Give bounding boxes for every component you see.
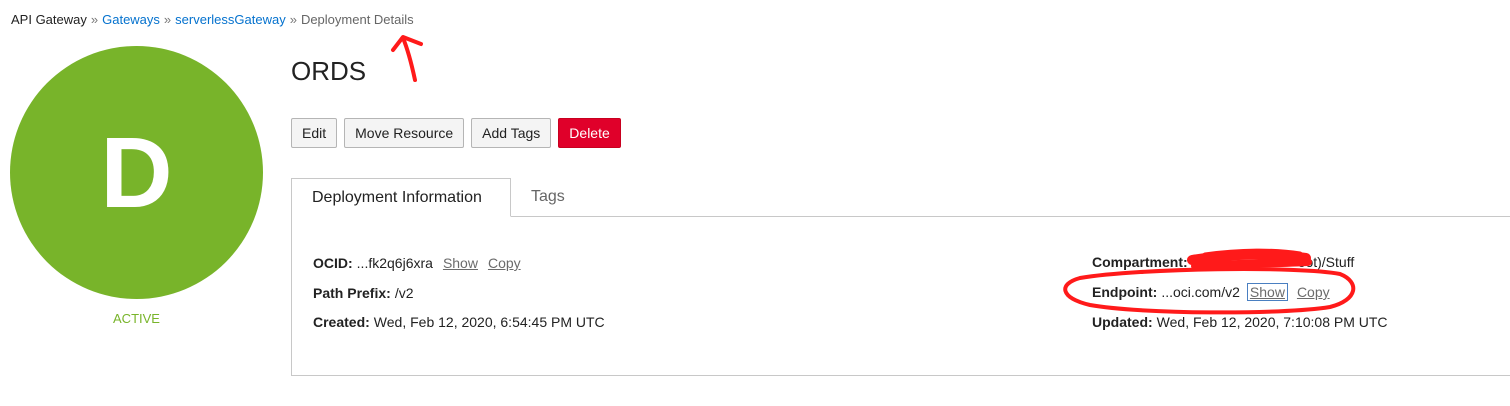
move-resource-button[interactable]: Move Resource	[344, 118, 465, 148]
endpoint-show-link[interactable]: Show	[1246, 283, 1288, 301]
path-prefix-row: Path Prefix:/v2	[313, 285, 414, 301]
updated-value: Wed, Feb 12, 2020, 7:10:08 PM UTC	[1156, 314, 1388, 330]
page-title: ORDS	[291, 56, 367, 86]
ocid-value: ...fk2q6j6xra	[356, 255, 433, 271]
annotation-arrow-icon	[391, 35, 423, 82]
endpoint-copy-link[interactable]: Copy	[1297, 284, 1330, 300]
endpoint-label: Endpoint:	[1092, 284, 1158, 300]
updated-label: Updated:	[1092, 314, 1153, 330]
breadcrumb-separator: »	[163, 12, 172, 27]
path-prefix-value: /v2	[394, 285, 414, 301]
deployment-info-panel: OCID: ...fk2q6j6xra Show Copy Path Prefix: /…	[291, 216, 1510, 376]
tab-tags[interactable]: Tags	[531, 178, 565, 216]
breadcrumb-current: Deployment Details	[300, 12, 414, 27]
compartment-row: Compartment: oot)/Stuff	[1092, 254, 1354, 270]
created-label: Created:	[313, 314, 370, 330]
ocid-copy-link[interactable]: Copy	[488, 255, 521, 271]
endpoint-value: ...oci.com/v2	[1161, 284, 1240, 300]
breadcrumb-api-gateway: API Gateway	[11, 12, 87, 27]
edit-button[interactable]: Edit	[291, 118, 338, 148]
ocid-label: OCID:	[313, 255, 353, 271]
compartment-value: oot)/Stuff	[1297, 254, 1355, 270]
breadcrumb-separator: »	[90, 12, 99, 27]
created-value: Wed, Feb 12, 2020, 6:54:45 PM UTC	[373, 314, 605, 330]
avatar: D	[10, 46, 263, 299]
updated-row: Updated: Wed, Feb 12, 2020, 7:10:08 PM UT…	[1092, 314, 1388, 330]
delete-button[interactable]: Delete	[558, 118, 621, 148]
breadcrumb-separator: »	[289, 12, 297, 27]
add-tags-button[interactable]: Add Tags	[471, 118, 552, 148]
breadcrumb-gateway-link[interactable]: serverlessGateway	[175, 12, 286, 27]
page: API Gateway» Gateways» serverlessGateway» D…	[0, 0, 1510, 406]
tab-deployment-information[interactable]: Deployment Information	[291, 178, 511, 217]
ocid-show-link[interactable]: Show	[443, 255, 478, 271]
endpoint-row: Endpoint: ...oci.com/v2 Show Copy	[1092, 283, 1330, 301]
status-badge: ACTIVE	[113, 311, 160, 326]
created-row: Created: Wed, Feb 12, 2020, 6:54:45 PM UT…	[313, 314, 605, 330]
compartment-label: Compartment:	[1092, 254, 1188, 270]
breadcrumb: API Gateway» Gateways» serverlessGateway» D…	[11, 12, 414, 27]
tab-bar: Deployment Information Tags	[291, 178, 1510, 217]
ocid-row: OCID: ...fk2q6j6xra Show Copy	[313, 255, 521, 271]
breadcrumb-gateways-link[interactable]: Gateways	[102, 12, 160, 27]
avatar-letter: D	[100, 116, 173, 229]
path-prefix-label: Path Prefix:	[313, 285, 391, 301]
action-bar: Edit Move Resource Add Tags Delete	[291, 118, 621, 148]
